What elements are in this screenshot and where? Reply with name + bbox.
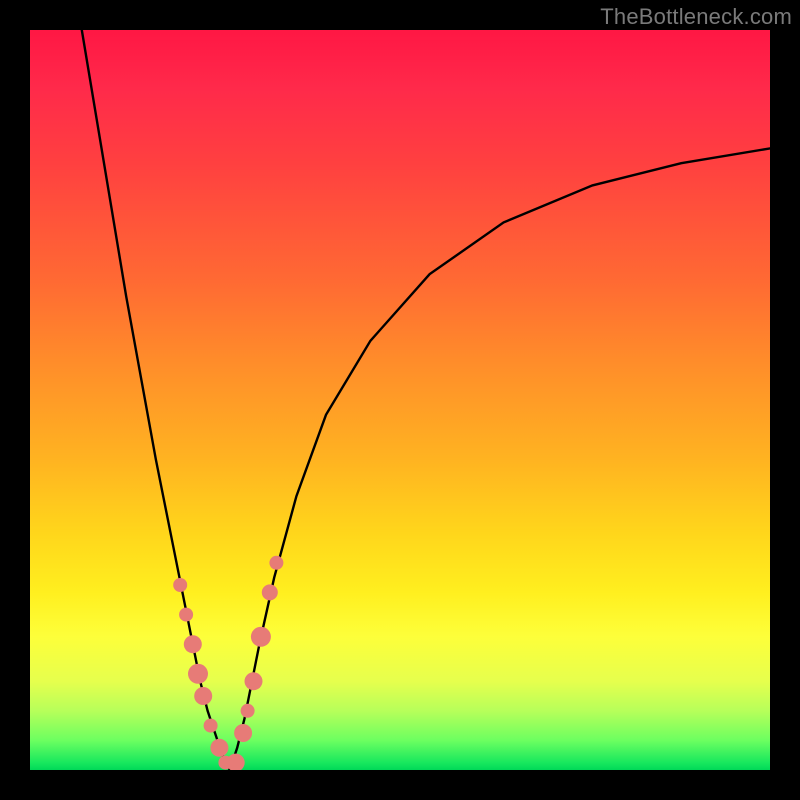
curve-left <box>82 30 230 770</box>
bead-point <box>210 739 228 757</box>
bead-point <box>188 664 208 684</box>
chart-plot-area <box>30 30 770 770</box>
bead-point <box>184 635 202 653</box>
bead-point <box>234 724 252 742</box>
chart-frame: TheBottleneck.com <box>0 0 800 800</box>
watermark-text: TheBottleneck.com <box>600 4 792 30</box>
bead-point <box>269 556 283 570</box>
beads-left <box>173 578 232 770</box>
bead-point <box>204 719 218 733</box>
bead-point <box>241 704 255 718</box>
bead-point <box>173 578 187 592</box>
bead-point <box>251 627 271 647</box>
bead-point <box>194 687 212 705</box>
chart-svg <box>30 30 770 770</box>
bead-point <box>262 584 278 600</box>
bead-point <box>179 608 193 622</box>
bead-point <box>245 672 263 690</box>
bead-point <box>227 754 245 770</box>
curve-right <box>230 148 770 770</box>
